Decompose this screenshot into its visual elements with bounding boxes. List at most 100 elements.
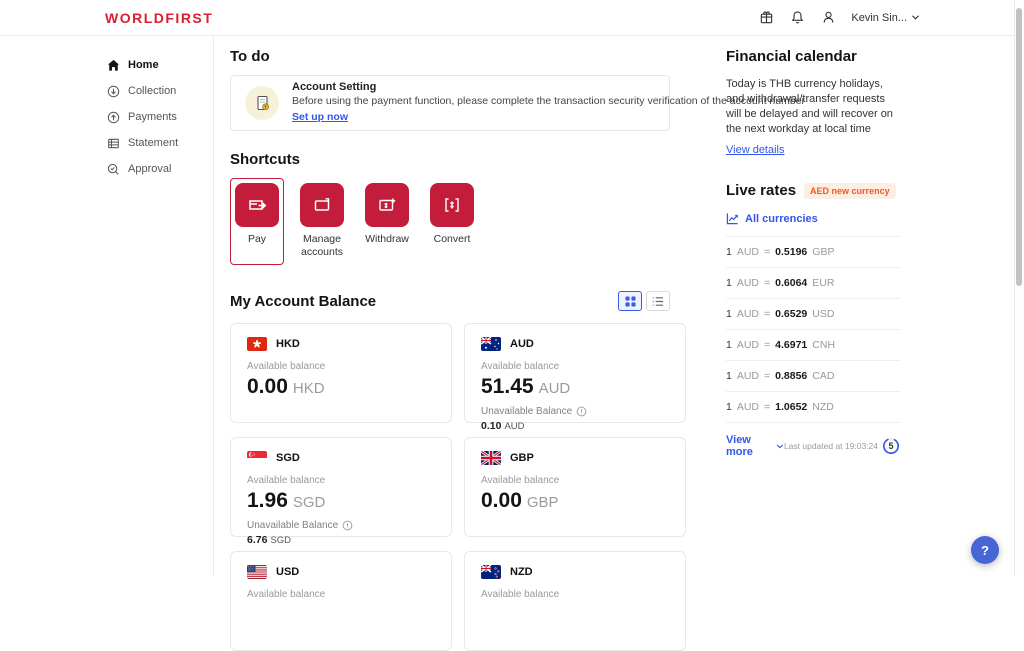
trend-chart-icon	[726, 212, 739, 225]
equals-sign: =	[764, 308, 770, 320]
info-icon[interactable]	[576, 406, 587, 417]
sidebar-item-payments[interactable]: Payments	[106, 104, 213, 130]
equals-sign: =	[764, 401, 770, 413]
amount-unit: SGD	[293, 494, 326, 511]
shortcut-manage-accounts[interactable]: Manage accounts	[295, 178, 349, 265]
bell-icon[interactable]	[789, 10, 805, 26]
collection-icon	[106, 84, 120, 98]
unavailable-row: Unavailable Balance	[247, 520, 435, 531]
available-label: Available balance	[247, 589, 435, 600]
approval-icon	[106, 162, 120, 176]
payments-icon	[106, 110, 120, 124]
account-setting-icon	[245, 86, 279, 120]
sidebar-item-approval[interactable]: Approval	[106, 156, 213, 182]
amount-row: 0.00 GBP	[481, 489, 669, 513]
view-details-link[interactable]: View details	[726, 144, 785, 156]
amount-row: 1.96 SGD	[247, 489, 435, 513]
balance-card-hkd[interactable]: HKD Available balance 0.00HKD	[230, 323, 452, 423]
rate-currency: EUR	[812, 277, 834, 289]
view-more-link[interactable]: View more	[726, 434, 784, 458]
unavailable-unit: SGD	[270, 535, 291, 546]
rate-row-cnh[interactable]: 1 AUD = 4.6971 CNH	[726, 330, 900, 361]
rate-row-cad[interactable]: 1 AUD = 0.8856 CAD	[726, 361, 900, 392]
rate-countdown-timer: 5	[882, 437, 900, 455]
page-scrollbar-track[interactable]	[1014, 0, 1024, 576]
statement-icon	[106, 136, 120, 150]
help-button[interactable]: ?	[971, 536, 999, 564]
unavailable-unit: AUD	[504, 421, 524, 432]
rate-currency: CNH	[812, 339, 835, 351]
available-label: Available balance	[481, 475, 669, 486]
rate-value: 0.5196	[775, 246, 807, 258]
rate-currency: NZD	[812, 401, 834, 413]
right-panel: Financial calendar Today is THB currency…	[726, 36, 900, 576]
set-up-now-link[interactable]: Set up now	[292, 111, 348, 123]
view-toggle	[618, 291, 670, 311]
all-currencies-link[interactable]: All currencies	[726, 212, 900, 225]
balance-card-gbp[interactable]: GBP Available balance 0.00 GBP	[464, 437, 686, 537]
balance-card-nzd[interactable]: NZD Available balance	[464, 551, 686, 651]
shortcuts-title: Shortcuts	[230, 151, 670, 168]
equals-sign: =	[764, 339, 770, 351]
rate-base: 1	[726, 308, 732, 320]
equals-sign: =	[764, 246, 770, 258]
rate-value: 4.6971	[775, 339, 807, 351]
todo-title: To do	[230, 48, 670, 65]
live-rates-title: Live rates	[726, 182, 796, 199]
balance-header: My Account Balance	[230, 291, 670, 311]
rate-row-eur[interactable]: 1 AUD = 0.6064 EUR	[726, 268, 900, 299]
rate-base-currency: AUD	[737, 277, 759, 289]
gift-icon[interactable]	[758, 10, 774, 26]
balance-card-sgd[interactable]: SGD Available balance 1.96SGD Unavailabl…	[230, 437, 452, 537]
sidebar-item-statement[interactable]: Statement	[106, 130, 213, 156]
balance-card-usd[interactable]: USD Available balance	[230, 551, 452, 651]
rate-row-nzd[interactable]: 1 AUD = 1.0652 NZD	[726, 392, 900, 423]
flag-aud-icon	[481, 337, 501, 351]
available-amount: 1.96	[247, 489, 288, 512]
flag-gbp-icon	[481, 451, 501, 465]
sidebar-item-collection[interactable]: Collection	[106, 78, 213, 104]
rate-base: 1	[726, 401, 732, 413]
card-head: USD	[247, 565, 435, 579]
currency-code: AUD	[510, 338, 534, 350]
sidebar-item-label: Payments	[128, 111, 177, 123]
grid-icon	[625, 296, 636, 307]
equals-sign: =	[764, 370, 770, 382]
amount-unit: HKD	[293, 380, 325, 397]
shortcut-pay[interactable]: Pay	[230, 178, 284, 265]
info-icon[interactable]	[342, 520, 353, 531]
rate-base-currency: AUD	[737, 370, 759, 382]
last-updated-wrap: Last updated at 19:03:24 5	[784, 437, 900, 455]
sidebar-item-label: Home	[128, 59, 159, 71]
grid-view-button[interactable]	[618, 291, 642, 311]
header-actions: Kevin Sin...	[758, 10, 920, 26]
user-icon[interactable]	[820, 10, 836, 26]
balance-card-aud[interactable]: AUD Available balance 51.45AUD Unavailab…	[464, 323, 686, 423]
live-rates-list: 1 AUD = 0.5196 GBP 1 AUD = 0.6064 EUR 1 …	[726, 236, 900, 423]
sidebar-item-home[interactable]: Home	[106, 52, 213, 78]
rates-footer: View more Last updated at 19:03:24 5	[726, 434, 900, 458]
card-head: SGD	[247, 451, 435, 465]
todo-card: Account Setting Before using the payment…	[230, 75, 670, 131]
rate-base-currency: AUD	[737, 339, 759, 351]
user-menu[interactable]: Kevin Sin...	[851, 12, 920, 24]
main-content: To do Account Setting Before using the p…	[214, 36, 670, 576]
card-head: GBP	[481, 451, 669, 465]
available-amount: 0.00	[481, 489, 522, 512]
shortcut-convert[interactable]: Convert	[425, 178, 479, 265]
rate-row-gbp[interactable]: 1 AUD = 0.5196 GBP	[726, 237, 900, 268]
amount-unit: GBP	[527, 494, 559, 511]
rate-row-usd[interactable]: 1 AUD = 0.6529 USD	[726, 299, 900, 330]
rate-base-currency: AUD	[737, 246, 759, 258]
list-icon	[652, 296, 664, 307]
flag-usd-icon	[247, 565, 267, 579]
sidebar-item-label: Statement	[128, 137, 178, 149]
list-view-button[interactable]	[646, 291, 670, 311]
unavailable-amount: 0.10	[481, 420, 501, 432]
unavailable-label: Unavailable Balance	[481, 406, 572, 417]
rate-base-currency: AUD	[737, 308, 759, 320]
available-amount: 0.00	[247, 375, 288, 398]
page-scrollbar-thumb[interactable]	[1016, 8, 1022, 286]
worldfirst-logo: WORLDFIRST	[105, 10, 213, 26]
shortcut-withdraw[interactable]: Withdraw	[360, 178, 414, 265]
